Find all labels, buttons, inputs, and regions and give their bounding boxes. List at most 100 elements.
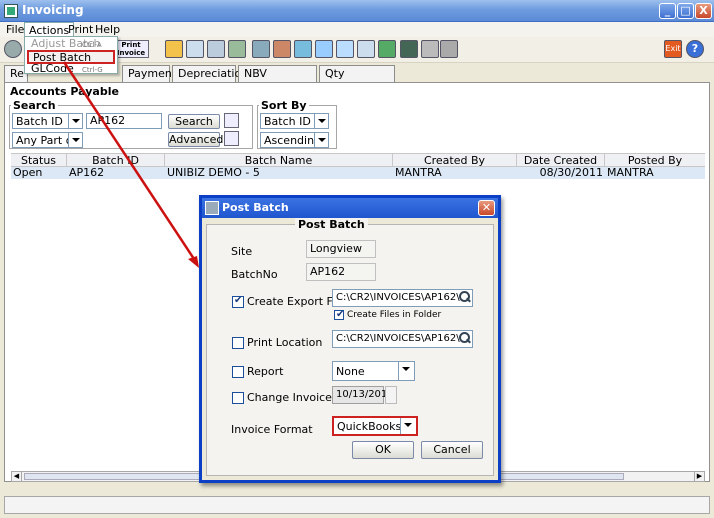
- disabled-icon: [421, 40, 439, 58]
- report-value: None: [336, 365, 365, 378]
- advanced-search-icon[interactable]: [224, 131, 239, 146]
- table-row[interactable]: Open AP162 UNIBIZ DEMO - 5 MANTRA 08/30/…: [11, 167, 705, 179]
- advanced-button[interactable]: Advanced: [168, 132, 223, 147]
- invoice-format-value: QuickBooks: [337, 420, 402, 433]
- export-path-input[interactable]: C:\CR2\INVOICES\AP162\: [332, 289, 473, 307]
- search-input[interactable]: AP162: [86, 113, 162, 129]
- tab-nbv-adjustments[interactable]: NBV Adjustments: [238, 65, 317, 96]
- report-icon[interactable]: [336, 40, 354, 58]
- search-group-label: Search: [11, 99, 58, 112]
- print-location-checkbox[interactable]: [232, 337, 244, 349]
- dialog-panel: Post Batch Site Longview BatchNo AP162 C…: [206, 218, 494, 476]
- calculator-icon[interactable]: [228, 40, 246, 58]
- list-icon[interactable]: [294, 40, 312, 58]
- tab-payments[interactable]: Payments: [122, 65, 182, 82]
- menu-help[interactable]: Help: [91, 22, 124, 37]
- scroll-left-icon[interactable]: ◀: [12, 472, 22, 481]
- actions-menu: Adjust Batch Ctrl-A Post Batch GLCode Ct…: [24, 36, 118, 75]
- change-invoice-date-checkbox[interactable]: [232, 392, 244, 404]
- print-location-label: Print Location: [247, 336, 323, 349]
- post-batch-dialog: Post Batch ✕ Post Batch Site Longview Ba…: [199, 195, 501, 483]
- print-invoice-button[interactable]: Print Invoice: [113, 40, 149, 58]
- section-title: Accounts Payable: [10, 85, 119, 98]
- exit-button[interactable]: Exit: [664, 40, 682, 58]
- title-bar: Invoicing _ □ X: [0, 0, 714, 22]
- chevron-down-icon: [400, 418, 416, 434]
- create-export-checkbox[interactable]: [232, 295, 244, 308]
- search-icon[interactable]: [224, 113, 239, 128]
- tab-depreciation[interactable]: Depreciation: [172, 65, 248, 82]
- chevron-down-icon: [68, 114, 82, 128]
- menu-item-adjust-batch[interactable]: Adjust Batch Ctrl-A: [27, 38, 115, 50]
- printer-icon[interactable]: [252, 40, 270, 58]
- tab-qty-adjustments[interactable]: Qty Adjustments: [319, 65, 395, 96]
- cell-posted-by: MANTRA: [607, 167, 654, 179]
- print-location-input[interactable]: C:\CR2\INVOICES\AP162\: [332, 330, 473, 348]
- invoice-date-input[interactable]: 10/13/2011: [332, 386, 394, 404]
- report-label: Report: [247, 365, 284, 378]
- search-field-select[interactable]: Batch ID: [12, 113, 83, 129]
- refresh-icon[interactable]: [4, 40, 22, 58]
- scroll-right-icon[interactable]: ▶: [694, 472, 704, 481]
- create-files-folder-checkbox[interactable]: [334, 309, 344, 320]
- column-header-created-by[interactable]: Created By: [393, 154, 517, 167]
- cancel-button[interactable]: Cancel: [421, 441, 483, 459]
- cell-status: Open: [13, 167, 43, 179]
- cell-batch-id: AP162: [69, 167, 105, 179]
- column-header-date-created[interactable]: Date Created: [517, 154, 605, 167]
- site-value: Longview: [306, 240, 376, 258]
- ok-button[interactable]: OK: [352, 441, 414, 459]
- chevron-down-icon: [398, 362, 414, 380]
- dialog-title-bar: Post Batch ✕: [202, 198, 498, 218]
- column-header-batch-id[interactable]: Batch ID: [67, 154, 165, 167]
- cell-created-by: MANTRA: [395, 167, 442, 179]
- close-button[interactable]: X: [695, 3, 712, 19]
- app-icon: [4, 4, 18, 18]
- site-label: Site: [231, 245, 253, 258]
- create-files-folder-label: Create Files in Folder: [347, 310, 442, 320]
- export-icon[interactable]: [315, 40, 333, 58]
- sort-order-value: Ascending: [264, 134, 322, 147]
- menu-bar: File Actions Print Help: [0, 22, 714, 37]
- batchno-label: BatchNo: [231, 268, 278, 281]
- cell-batch-name: UNIBIZ DEMO - 5: [167, 167, 260, 179]
- status-bar: [4, 496, 710, 514]
- document-icon[interactable]: [186, 40, 204, 58]
- date-picker-chevron-down-icon[interactable]: [385, 386, 397, 404]
- column-header-posted-by[interactable]: Posted By: [605, 154, 705, 167]
- report-checkbox[interactable]: [232, 366, 244, 378]
- dialog-section-title: Post Batch: [295, 218, 368, 231]
- invoice-format-select[interactable]: QuickBooks: [332, 416, 418, 436]
- invoice-format-label: Invoice Format: [231, 423, 313, 436]
- column-header-status[interactable]: Status: [11, 154, 67, 167]
- browse-search-icon[interactable]: [458, 332, 470, 344]
- dialog-close-button[interactable]: ✕: [478, 200, 495, 216]
- column-header-batch-name[interactable]: Batch Name: [165, 154, 393, 167]
- menu-item-label: GLCode: [31, 62, 74, 75]
- maximize-button[interactable]: □: [677, 3, 694, 19]
- edit-icon[interactable]: [207, 40, 225, 58]
- users-icon[interactable]: [273, 40, 291, 58]
- chevron-down-icon: [314, 133, 328, 147]
- batchno-value: AP162: [306, 263, 376, 281]
- dialog-icon: [205, 201, 219, 215]
- tools-icon[interactable]: [400, 40, 418, 58]
- menu-item-glcode[interactable]: GLCode Ctrl-G: [27, 63, 115, 75]
- barcode-icon[interactable]: [378, 40, 396, 58]
- sort-group-label: Sort By: [259, 99, 309, 112]
- chevron-down-icon: [68, 133, 82, 147]
- browse-search-icon[interactable]: [458, 291, 470, 303]
- search-button[interactable]: Search: [168, 114, 220, 129]
- search-field-value: Batch ID: [16, 115, 63, 128]
- note-icon[interactable]: [357, 40, 375, 58]
- minimize-button[interactable]: _: [659, 3, 676, 19]
- help-icon[interactable]: ?: [686, 40, 704, 58]
- sort-order-select[interactable]: Ascending: [260, 132, 329, 148]
- sort-field-select[interactable]: Batch ID: [260, 113, 329, 129]
- save-icon[interactable]: [165, 40, 183, 58]
- report-select[interactable]: None: [332, 361, 415, 381]
- menu-item-shortcut: Ctrl-G: [82, 66, 103, 74]
- create-export-label: Create Export File: [247, 295, 345, 308]
- search-match-select[interactable]: Any Part of ...: [12, 132, 83, 160]
- window-title: Invoicing: [22, 3, 84, 17]
